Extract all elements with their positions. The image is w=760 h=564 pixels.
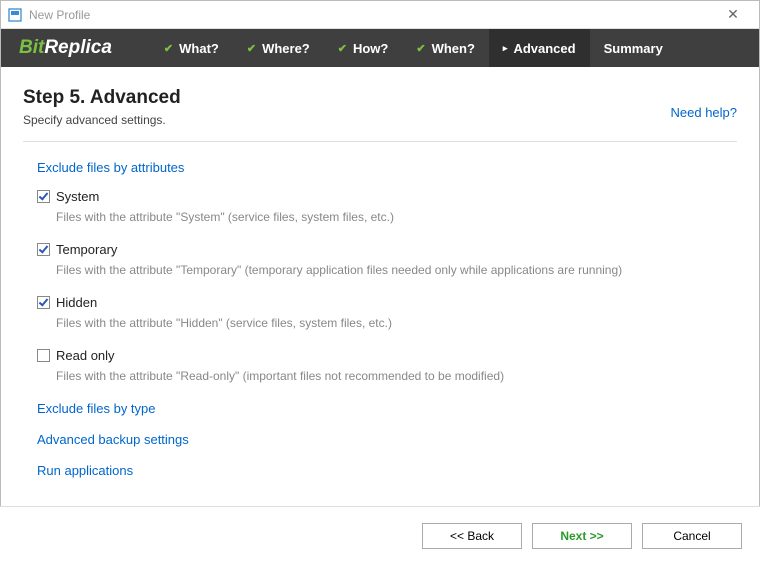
check-icon: ✔ (164, 42, 173, 55)
option-readonly: Read only Files with the attribute "Read… (37, 348, 737, 383)
page-title: Step 5. Advanced (23, 87, 671, 109)
next-button[interactable]: Next >> (532, 523, 632, 549)
option-label[interactable]: System (56, 189, 99, 204)
nav-how[interactable]: ✔ How? (324, 29, 403, 67)
window-title: New Profile (29, 8, 713, 22)
section-run-apps[interactable]: Run applications (37, 463, 737, 478)
nav-label: When? (432, 41, 475, 56)
option-temporary: Temporary Files with the attribute "Temp… (37, 242, 737, 277)
checkbox-system[interactable] (37, 190, 50, 203)
check-icon: ✔ (338, 42, 347, 55)
titlebar: New Profile ✕ (1, 1, 759, 29)
nav-what[interactable]: ✔ What? (150, 29, 233, 67)
content: Step 5. Advanced Specify advanced settin… (1, 67, 759, 478)
nav-summary[interactable]: Summary (590, 29, 677, 67)
section-exclude-type[interactable]: Exclude files by type (37, 401, 737, 416)
close-icon[interactable]: ✕ (713, 6, 753, 23)
logo-bit: Bit (19, 37, 44, 59)
checkbox-hidden[interactable] (37, 296, 50, 309)
option-desc: Files with the attribute "Temporary" (te… (56, 263, 737, 277)
nav-advanced[interactable]: ▸ Advanced (489, 29, 590, 67)
logo-replica: Replica (44, 37, 112, 59)
option-hidden: Hidden Files with the attribute "Hidden"… (37, 295, 737, 330)
step-navbar: BitReplica ✔ What? ✔ Where? ✔ How? ✔ Whe… (1, 29, 759, 67)
help-link[interactable]: Need help? (671, 105, 738, 120)
check-icon: ✔ (416, 42, 425, 55)
logo: BitReplica (19, 37, 112, 59)
check-icon: ✔ (247, 42, 256, 55)
option-system: System Files with the attribute "System"… (37, 189, 737, 224)
option-desc: Files with the attribute "System" (servi… (56, 210, 737, 224)
nav-label: Advanced (513, 41, 575, 56)
app-icon (7, 7, 23, 23)
page-subtitle: Specify advanced settings. (23, 113, 671, 127)
nav-items: ✔ What? ✔ Where? ✔ How? ✔ When? ▸ Advanc… (150, 29, 749, 67)
settings-sections: Exclude files by attributes System Files… (23, 142, 737, 478)
option-label[interactable]: Read only (56, 348, 115, 363)
section-exclude-attributes[interactable]: Exclude files by attributes (37, 160, 737, 175)
nav-label: How? (353, 41, 388, 56)
nav-label: Summary (604, 41, 663, 56)
checkbox-temporary[interactable] (37, 243, 50, 256)
arrow-icon: ▸ (503, 43, 508, 54)
nav-when[interactable]: ✔ When? (402, 29, 489, 67)
footer: << Back Next >> Cancel (0, 506, 760, 564)
option-label[interactable]: Hidden (56, 295, 97, 310)
back-button[interactable]: << Back (422, 523, 522, 549)
option-label[interactable]: Temporary (56, 242, 117, 257)
option-desc: Files with the attribute "Read-only" (im… (56, 369, 737, 383)
cancel-button[interactable]: Cancel (642, 523, 742, 549)
nav-label: Where? (262, 41, 310, 56)
checkbox-readonly[interactable] (37, 349, 50, 362)
nav-where[interactable]: ✔ Where? (233, 29, 324, 67)
option-desc: Files with the attribute "Hidden" (servi… (56, 316, 737, 330)
section-advanced-backup[interactable]: Advanced backup settings (37, 432, 737, 447)
nav-label: What? (179, 41, 219, 56)
